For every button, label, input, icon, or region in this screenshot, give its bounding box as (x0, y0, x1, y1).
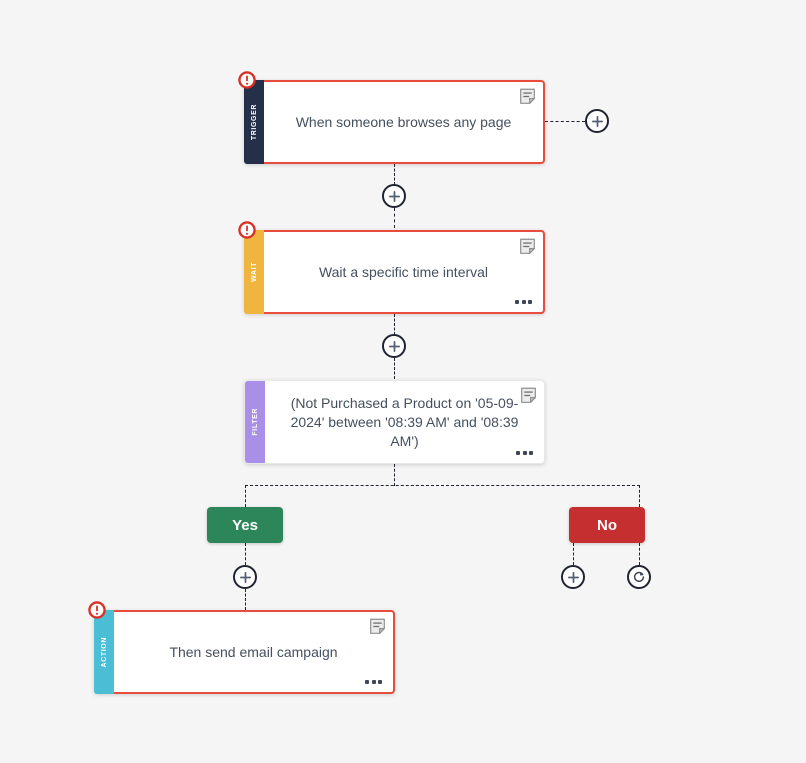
node-filter[interactable]: FILTER (Not Purchased a Product on '05-0… (244, 380, 545, 464)
node-action-tag: ACTION (94, 610, 114, 694)
node-action[interactable]: ACTION Then send email campaign (94, 610, 395, 694)
add-step-button-after-trigger[interactable] (382, 184, 406, 208)
node-trigger-tag: TRIGGER (244, 80, 264, 164)
node-wait-tag-label: WAIT (250, 262, 258, 282)
menu-dot (522, 451, 527, 455)
connector-add-to-action (245, 589, 246, 610)
note-icon[interactable] (519, 88, 536, 105)
warning-icon[interactable] (238, 221, 256, 239)
note-icon[interactable] (520, 387, 537, 404)
connector-bus-to-yes (245, 485, 246, 507)
menu-dot (529, 451, 533, 455)
connector-trigger-to-side-add (545, 121, 585, 122)
menu-dot (516, 451, 520, 455)
node-wait-body: Wait a specific time interval (264, 232, 543, 312)
node-action-body: Then send email campaign (114, 612, 393, 692)
connector-wait-down (394, 314, 395, 335)
branch-no-button[interactable]: No (569, 507, 645, 543)
node-filter-tag: FILTER (245, 381, 265, 463)
workflow-canvas: TRIGGER When someone browses any page WA… (0, 0, 806, 763)
connector-branch-bus (245, 485, 640, 486)
connector-no-to-add (573, 543, 574, 565)
menu-dot (378, 680, 382, 684)
node-filter-tag-label: FILTER (251, 408, 259, 436)
connector-filter-down (394, 464, 395, 486)
add-step-button-yes-branch[interactable] (233, 565, 257, 589)
menu-dot (521, 300, 526, 304)
menu-dot (515, 300, 519, 304)
ellipsis-menu-icon[interactable] (364, 677, 383, 687)
add-step-button-trigger-side[interactable] (585, 109, 609, 133)
add-step-button-no-branch[interactable] (561, 565, 585, 589)
node-wait-title: Wait a specific time interval (318, 263, 489, 280)
node-trigger-title: When someone browses any page (295, 113, 512, 130)
note-icon[interactable] (519, 238, 536, 255)
add-step-button-after-wait[interactable] (382, 334, 406, 358)
menu-dot (528, 300, 532, 304)
connector-yes-to-add (245, 543, 246, 565)
node-filter-title: (Not Purchased a Product on '05-09-2024'… (290, 394, 519, 449)
warning-icon[interactable] (238, 71, 256, 89)
branch-yes-label: Yes (232, 516, 258, 534)
branch-no-label: No (597, 516, 617, 534)
node-action-tag-label: ACTION (100, 636, 108, 668)
node-trigger-body: When someone browses any page (264, 82, 543, 162)
node-trigger-tag-label: TRIGGER (250, 103, 258, 141)
menu-dot (371, 680, 376, 684)
node-trigger[interactable]: TRIGGER When someone browses any page (244, 80, 545, 164)
node-filter-body: (Not Purchased a Product on '05-09-2024'… (265, 381, 544, 463)
warning-icon[interactable] (88, 601, 106, 619)
ellipsis-menu-icon[interactable] (515, 448, 534, 458)
note-icon[interactable] (369, 618, 386, 635)
connector-no-to-restart (639, 543, 640, 565)
connector-bus-to-no (639, 485, 640, 507)
restart-flow-button[interactable] (627, 565, 651, 589)
node-action-title: Then send email campaign (169, 643, 338, 660)
connector-trigger-down (394, 164, 395, 185)
connector-add-to-wait (394, 208, 395, 228)
connector-add-to-filter (394, 358, 395, 379)
branch-yes-button[interactable]: Yes (207, 507, 283, 543)
ellipsis-menu-icon[interactable] (514, 297, 533, 307)
node-wait[interactable]: WAIT Wait a specific time interval (244, 230, 545, 314)
node-wait-tag: WAIT (244, 230, 264, 314)
menu-dot (365, 680, 369, 684)
